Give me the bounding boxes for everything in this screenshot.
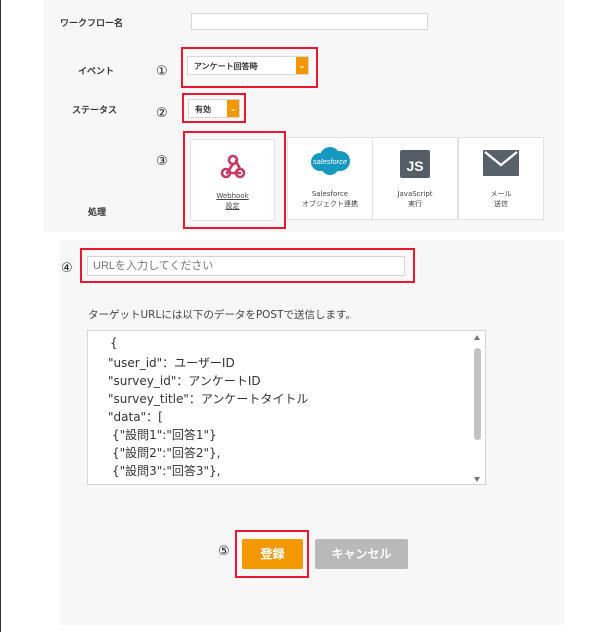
code-line: "data"：[ xyxy=(108,410,163,424)
event-label: イベント xyxy=(78,67,115,77)
code-line: { xyxy=(110,336,118,350)
process-card-javascript[interactable]: JS JavaScript 実行 xyxy=(372,137,458,220)
salesforce-logo-text: salesforce xyxy=(313,157,347,166)
process-card-mail[interactable]: メール 送信 xyxy=(458,137,544,220)
process-subtitle: 送信 xyxy=(494,200,508,208)
cancel-button[interactable]: キャンセル xyxy=(315,539,408,569)
step-2-marker: ② xyxy=(156,106,168,121)
process-label: 処理 xyxy=(88,208,107,218)
code-line: {"設問3":"回答3"}, xyxy=(112,464,221,478)
code-line: "survey_title"：アンケートタイトル xyxy=(108,392,309,406)
javascript-icon: JS xyxy=(400,150,430,178)
process-title: Salesforce xyxy=(311,190,349,198)
scroll-down-arrow-icon[interactable] xyxy=(474,477,480,482)
mail-icon xyxy=(483,150,519,176)
highlight-webhook xyxy=(183,131,286,229)
vertical-scrollbar[interactable] xyxy=(473,335,482,482)
salesforce-icon: salesforce xyxy=(311,147,350,175)
highlight-status xyxy=(182,93,246,123)
code-line: {"設問2":"回答2"}, xyxy=(112,446,221,460)
status-label: ステータス xyxy=(72,106,118,116)
step-3-marker: ③ xyxy=(156,154,168,169)
highlight-register xyxy=(235,530,309,578)
highlight-event xyxy=(181,47,318,88)
code-line: "user_id"：ユーザーID xyxy=(108,356,235,370)
process-title: JavaScript xyxy=(397,190,433,198)
code-line: "survey_id"：アンケートID xyxy=(108,374,261,388)
post-data-description: ターゲットURLには以下のデータをPOSTで送信します。 xyxy=(88,309,356,321)
process-title: メール xyxy=(490,190,512,198)
step-4-marker: ④ xyxy=(61,261,73,276)
process-caption-mail: メール 送信 xyxy=(459,189,543,209)
scroll-up-arrow-icon[interactable] xyxy=(474,335,480,340)
window-left-border xyxy=(0,0,1,632)
scrollbar-thumb[interactable] xyxy=(474,348,481,440)
process-card-salesforce[interactable]: salesforce Salesforce オブジェクト連携 xyxy=(287,137,373,220)
javascript-logo-text: JS xyxy=(406,158,423,174)
process-caption-javascript: JavaScript 実行 xyxy=(373,189,457,209)
process-subtitle: 実行 xyxy=(408,200,422,208)
post-data-format-textarea[interactable]: { "user_id"：ユーザーID "survey_id"：アンケートID "… xyxy=(87,330,486,485)
workflow-name-label: ワークフロー名 xyxy=(60,19,124,29)
process-caption-salesforce: Salesforce オブジェクト連携 xyxy=(288,189,372,209)
step-5-marker: ⑤ xyxy=(218,544,230,559)
highlight-url xyxy=(80,248,415,283)
process-subtitle: オブジェクト連携 xyxy=(302,200,358,208)
code-line: {"設問1":"回答1"} xyxy=(112,428,217,442)
workflow-name-input[interactable] xyxy=(191,13,428,30)
step-1-marker: ① xyxy=(156,64,168,79)
